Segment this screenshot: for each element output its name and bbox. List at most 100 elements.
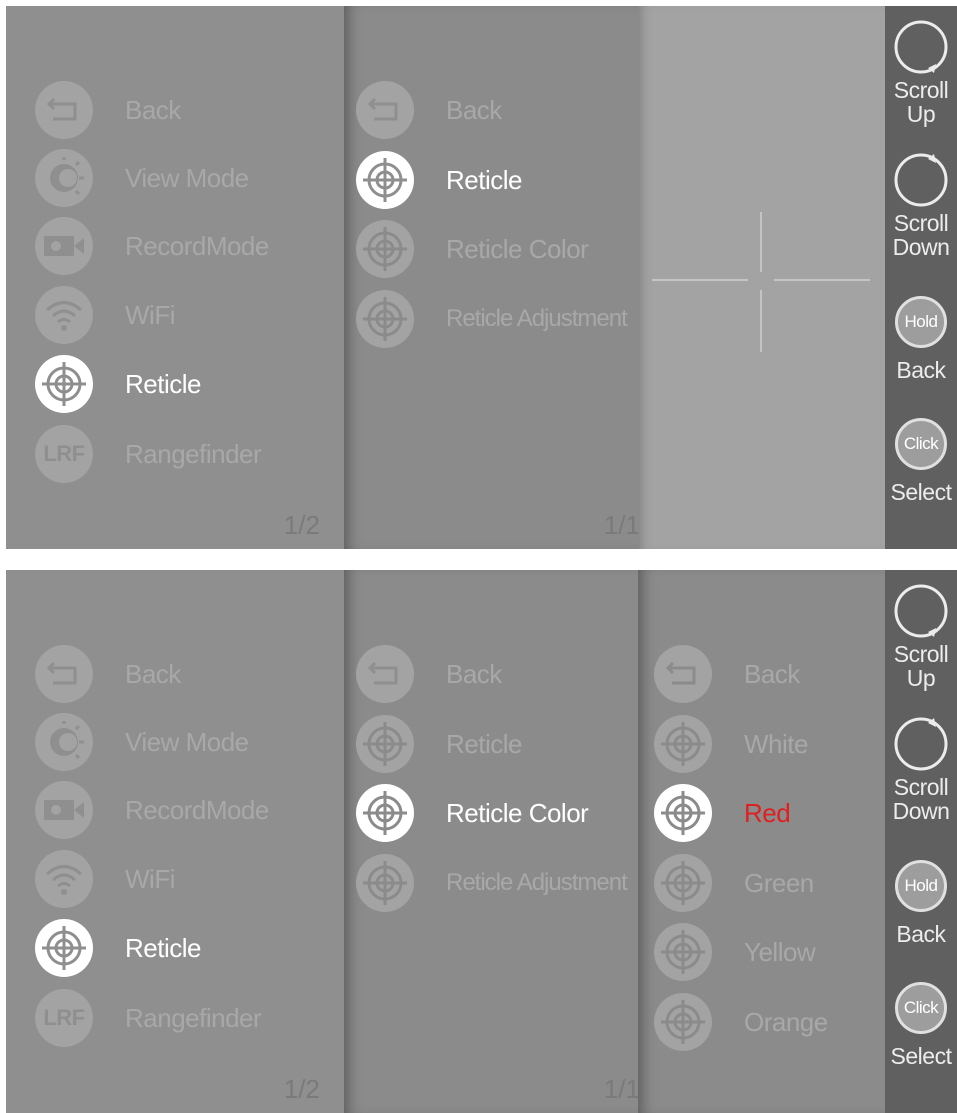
menu-item-label: WiFi (125, 299, 175, 330)
camera-icon (35, 217, 93, 275)
page-indicator: 1/1 (603, 510, 640, 540)
scroll-up-label-line2: Up (906, 101, 936, 127)
submenu-item-reticle-color[interactable]: Reticle Color (356, 784, 589, 842)
reticle-icon (654, 715, 712, 773)
menu-item-record-mode[interactable]: RecordMode (35, 217, 269, 275)
lrf-icon: LRF (35, 989, 93, 1047)
scroll-down-button[interactable]: Scroll Down (885, 149, 957, 259)
page-indicator: 1/2 (283, 510, 320, 540)
color-item-back[interactable]: Back (654, 645, 800, 703)
submenu-item-reticle-adjustment[interactable]: Reticle Adjustment (356, 854, 628, 912)
menu-item-label: Rangefinder (125, 438, 262, 469)
submenu-item-label: Reticle Color (446, 233, 589, 264)
menu-item-label: Back (125, 658, 181, 689)
menu-item-label: Reticle (125, 932, 201, 963)
page-indicator: 1/2 (283, 1074, 320, 1104)
hold-badge: Hold (895, 296, 947, 348)
submenu-item-back[interactable]: Back (356, 81, 502, 139)
menu-item-rangefinder[interactable]: LRF Rangefinder (35, 989, 262, 1047)
back-arrow-icon (35, 81, 93, 139)
click-select-button[interactable]: Click Select (885, 982, 957, 1068)
back-arrow-icon (356, 645, 414, 703)
reticle-icon (356, 784, 414, 842)
menu-item-record-mode[interactable]: RecordMode (35, 781, 269, 839)
main-menu-panel: Back View Mode RecordMode WiFi Reticle L… (6, 6, 344, 549)
menu-item-view-mode[interactable]: View Mode (35, 713, 249, 771)
color-item-red[interactable]: Red (654, 784, 791, 842)
menu-item-wifi[interactable]: WiFi (35, 850, 175, 908)
reticle-icon (356, 151, 414, 209)
color-item-label: Green (744, 867, 814, 898)
page-indicator: 1/1 (603, 1074, 640, 1104)
menu-item-reticle[interactable]: Reticle (35, 355, 201, 413)
crosshair-left-line (652, 279, 748, 281)
scroll-down-label-line1: Scroll (893, 774, 949, 800)
menu-item-label: Rangefinder (125, 1002, 262, 1033)
reticle-icon (356, 220, 414, 278)
reticle-icon (356, 854, 414, 912)
hold-back-label: Back (896, 921, 946, 947)
reticle-icon (356, 715, 414, 773)
color-item-label: Yellow (744, 936, 816, 967)
scroll-up-button[interactable]: Scroll Up (885, 580, 957, 690)
menu-item-view-mode[interactable]: View Mode (35, 149, 249, 207)
click-badge: Click (895, 982, 947, 1034)
submenu-item-reticle[interactable]: Reticle (356, 151, 522, 209)
back-arrow-icon (356, 81, 414, 139)
submenu-item-label: Reticle (446, 164, 522, 195)
reticle-icon (356, 290, 414, 348)
reticle-submenu-panel: Back Reticle Reticle Color Reticle Adjus… (344, 570, 640, 1113)
back-arrow-icon (35, 645, 93, 703)
submenu-item-reticle-color[interactable]: Reticle Color (356, 220, 589, 278)
menu-item-label: View Mode (125, 162, 249, 193)
submenu-item-label: Reticle Color (446, 797, 589, 828)
hold-back-button[interactable]: Hold Back (885, 296, 957, 382)
scroll-up-label-line1: Scroll (893, 77, 949, 103)
color-item-label: White (744, 728, 808, 759)
submenu-item-label: Reticle (446, 728, 522, 759)
menu-item-wifi[interactable]: WiFi (35, 286, 175, 344)
menu-item-reticle[interactable]: Reticle (35, 919, 201, 977)
reticle-icon (654, 784, 712, 842)
menu-item-label: Back (125, 94, 181, 125)
color-item-white[interactable]: White (654, 715, 808, 773)
wifi-icon (35, 286, 93, 344)
view-mode-icon (35, 713, 93, 771)
submenu-item-reticle-adjustment[interactable]: Reticle Adjustment (356, 290, 628, 348)
submenu-item-back[interactable]: Back (356, 645, 502, 703)
click-select-button[interactable]: Click Select (885, 418, 957, 504)
reticle-preview-panel (638, 6, 885, 549)
rotate-counter-clockwise-icon (894, 717, 948, 771)
submenu-item-reticle[interactable]: Reticle (356, 715, 522, 773)
menu-item-label: WiFi (125, 863, 175, 894)
control-hint-sidebar: Scroll Up Scroll Down Hold Back Click Se… (885, 6, 957, 549)
menu-item-rangefinder[interactable]: LRF Rangefinder (35, 425, 262, 483)
hold-back-button[interactable]: Hold Back (885, 860, 957, 946)
color-item-label: Orange (744, 1006, 828, 1037)
reticle-icon (654, 854, 712, 912)
scroll-up-label-line2: Up (906, 665, 936, 691)
reticle-icon (35, 355, 93, 413)
color-item-label: Back (744, 658, 800, 689)
wifi-icon (35, 850, 93, 908)
scroll-down-label-line2: Down (892, 234, 950, 260)
menu-item-back[interactable]: Back (35, 645, 181, 703)
scroll-down-label-line1: Scroll (893, 210, 949, 236)
click-badge: Click (895, 418, 947, 470)
scroll-down-label-line2: Down (892, 798, 950, 824)
color-submenu-panel: Back White Red Green Yellow Orange (638, 570, 885, 1113)
color-item-green[interactable]: Green (654, 854, 814, 912)
scroll-up-label-line1: Scroll (893, 641, 949, 667)
menu-item-back[interactable]: Back (35, 81, 181, 139)
submenu-item-label: Reticle Adjustment (446, 869, 628, 896)
color-item-yellow[interactable]: Yellow (654, 923, 816, 981)
crosshair-right-line (774, 279, 870, 281)
control-hint-sidebar: Scroll Up Scroll Down Hold Back Click Se… (885, 570, 957, 1113)
crosshair-bottom-line (760, 290, 762, 352)
color-item-orange[interactable]: Orange (654, 993, 828, 1051)
menu-item-label: Reticle (125, 368, 201, 399)
scroll-up-button[interactable]: Scroll Up (885, 16, 957, 126)
lrf-icon: LRF (35, 425, 93, 483)
reticle-icon (35, 919, 93, 977)
scroll-down-button[interactable]: Scroll Down (885, 713, 957, 823)
